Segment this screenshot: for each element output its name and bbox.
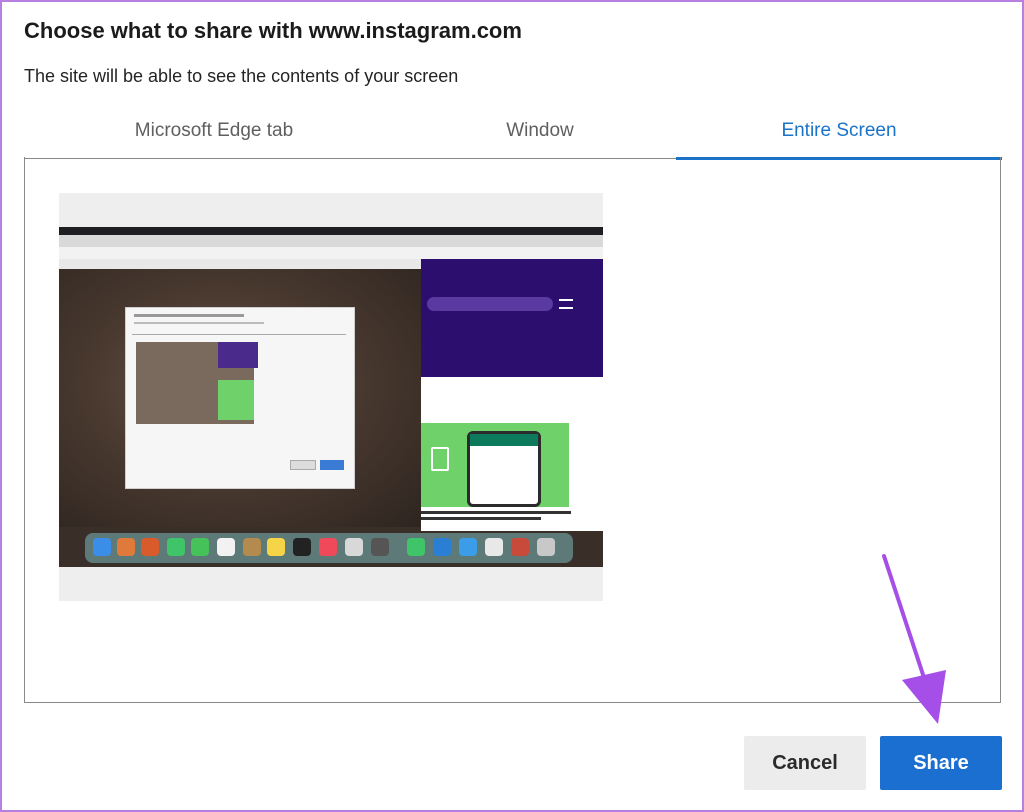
screen-thumbnail[interactable] [59, 193, 603, 601]
preview-nested-dialog [125, 307, 355, 489]
preview-menubar [59, 227, 603, 235]
share-source-tabs: Microsoft Edge tab Window Entire Screen [24, 112, 1002, 160]
preview-search-pill [427, 297, 553, 311]
cancel-button[interactable]: Cancel [744, 736, 866, 790]
preview-webpage [421, 259, 603, 531]
screen-preview-image [59, 227, 603, 567]
share-button[interactable]: Share [880, 736, 1002, 790]
preview-bookmarks-bar [59, 259, 421, 269]
tab-window[interactable]: Window [404, 112, 676, 158]
preview-browser-tabs [59, 235, 603, 247]
preview-web-header [421, 259, 603, 377]
purple-arrow-annotation [882, 554, 946, 724]
dialog-subtitle: The site will be able to see the content… [24, 66, 459, 86]
tab-entire-screen[interactable]: Entire Screen [676, 112, 1002, 160]
preview-dock [85, 533, 573, 563]
preview-video-area [59, 269, 421, 527]
preview-menu-icon [559, 299, 573, 309]
dialog-title: Choose what to share with www.instagram.… [24, 18, 522, 43]
preview-green-banner [421, 423, 569, 507]
preview-phone-graphic [467, 431, 541, 507]
preview-toolbar [59, 247, 603, 259]
tab-microsoft-edge-tab[interactable]: Microsoft Edge tab [24, 112, 404, 158]
